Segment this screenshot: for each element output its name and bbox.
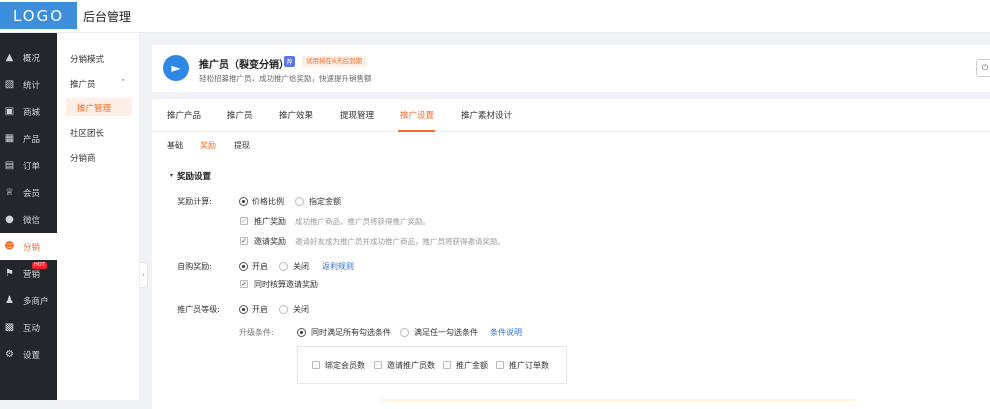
sidebar-item-stats[interactable]: ▧ 统计 [0, 71, 57, 98]
grid-icon: ▦ [4, 133, 15, 144]
radio-upgrade-all-label: 同时满足所有勾选条件 [311, 328, 391, 337]
sidebar-item-distribution[interactable]: ☻ 分销 [0, 233, 57, 260]
order-icon: ▤ [4, 160, 15, 171]
checkbox-invite-reward[interactable]: ✓ [240, 237, 248, 245]
submenu-item-distributor[interactable]: 分销商 [70, 152, 96, 164]
conditions-box: 绑定会员数 邀请推广员数 推广金额 推广订单数 [297, 346, 567, 384]
apps-icon: ▩ [4, 322, 15, 333]
radio-upgrade-all[interactable] [297, 328, 306, 337]
active-tab-underline [398, 130, 435, 132]
radio-level-off-label: 关闭 [293, 305, 309, 314]
gear-icon: ⚙ [5, 349, 14, 360]
power-icon: ⏻ [981, 63, 989, 72]
checkbox-promo-orders[interactable] [496, 361, 504, 369]
sidebar-item-interaction[interactable]: ▩ 互动 [0, 314, 57, 341]
cond-invited-promoters-label: 邀请推广员数 [387, 361, 435, 370]
cond-promo-amount-label: 推广金额 [456, 361, 488, 370]
level-label: 推广员等级: [177, 305, 220, 314]
sidebar-item-orders[interactable]: ▤ 订单 [0, 152, 57, 179]
self-reward-label: 自购奖励: [177, 262, 212, 271]
invite-reward-desc: 邀请好友成为推广员并成功推广商品，推广员将获得邀请奖励。 [295, 237, 505, 246]
cond-promo-orders-label: 推广订单数 [509, 361, 549, 370]
promo-reward-label: 推广奖励 [254, 217, 286, 226]
tab-promo-settings[interactable]: 推广设置 [400, 109, 434, 121]
upgrade-label: 升级条件: [239, 328, 274, 337]
trial-tag: 试用将在6天后到期 [302, 56, 367, 67]
radio-upgrade-any-label: 满足任一勾选条件 [414, 328, 478, 337]
sidebar-item-wechat[interactable]: ● 微信 [0, 206, 57, 233]
radio-price-ratio[interactable] [239, 197, 248, 206]
radio-fixed-amount-label: 指定金额 [309, 197, 341, 206]
chevron-left-icon: ‹ [142, 271, 145, 279]
recommend-badge: 荐 [284, 56, 295, 67]
subtab-withdraw[interactable]: 提现 [234, 140, 250, 151]
radio-level-off[interactable] [279, 305, 288, 314]
notice-bar [382, 399, 857, 401]
submenu-item-mode[interactable]: 分销模式 [70, 53, 104, 65]
radio-self-on-label: 开启 [252, 262, 268, 271]
submenu-item-community[interactable]: 社区团长 [70, 127, 104, 139]
hot-badge: HOT [32, 262, 47, 269]
caret-down-icon: ▾ [170, 172, 174, 179]
submenu-item-promoter[interactable]: 推广员 [70, 78, 96, 90]
checkbox-invited-promoters[interactable] [374, 361, 382, 369]
submenu-item-promo-manage[interactable]: 推广管理 [77, 102, 111, 114]
subtab-reward[interactable]: 奖励 [200, 140, 216, 151]
radio-self-on[interactable] [239, 262, 248, 271]
crown-icon: ♕ [5, 187, 14, 198]
sidebar-item-settings[interactable]: ⚙ 设置 [0, 341, 57, 368]
tab-promo-effect[interactable]: 推广效果 [279, 109, 313, 121]
graduation-icon: ▲ [5, 52, 14, 63]
promo-reward-desc: 成功推广商品，推广员将获得推广奖励。 [295, 217, 430, 226]
radio-price-ratio-label: 价格比例 [252, 197, 284, 206]
checkbox-bound-members[interactable] [312, 361, 320, 369]
power-button[interactable]: ⏻ [976, 59, 990, 77]
user-share-icon: ☻ [4, 241, 15, 252]
secondary-menu: 分销模式 推广员 ⌃ 推广管理 社区团长 分销商 [57, 33, 140, 400]
store-icon: ▣ [4, 106, 15, 117]
top-bar: LOGO 后台管理 [0, 0, 990, 33]
sidebar-item-mall[interactable]: ▣ 商城 [0, 98, 57, 125]
sidebar-item-multi-merchant[interactable]: ♟ 多商户 [0, 287, 57, 314]
tab-promo-products[interactable]: 推广产品 [167, 109, 201, 121]
chart-icon: ▧ [4, 79, 15, 90]
radio-self-off[interactable] [279, 262, 288, 271]
subtab-basic[interactable]: 基础 [167, 140, 183, 151]
tab-promoters[interactable]: 推广员 [227, 109, 253, 121]
sidebar-item-members[interactable]: ♕ 会员 [0, 179, 57, 206]
invite-reward-label: 邀请奖励 [254, 237, 286, 246]
rebate-rules-link[interactable]: 返利规则 [322, 261, 354, 272]
megaphone-icon: ► [163, 55, 189, 81]
condition-help-link[interactable]: 条件说明 [490, 327, 522, 338]
flag-icon: ⚑ [5, 268, 14, 279]
also-calc-invite-label: 同时核算邀请奖励 [254, 280, 318, 289]
radio-fixed-amount[interactable] [295, 197, 304, 206]
sidebar-item-products[interactable]: ▦ 产品 [0, 125, 57, 152]
radio-self-off-label: 关闭 [293, 262, 309, 271]
app-header-card: ► 推广员（裂变分销） 荐 试用将在6天后到期 轻松招募推广员，成功推广给奖励，… [152, 45, 990, 92]
settings-card: 推广产品 推广员 推广效果 提现管理 推广设置 推广素材设计 基础 奖励 提现 … [152, 99, 990, 409]
app-title: 推广员（裂变分销） [199, 60, 289, 71]
sidebar-item-overview[interactable]: ▲ 概况 [0, 44, 57, 71]
system-title: 后台管理 [83, 10, 132, 24]
checkbox-promo-amount[interactable] [443, 361, 451, 369]
main-sidebar: ▲ 概况 ▧ 统计 ▣ 商城 ▦ 产品 ▤ 订单 ♕ 会员 ● 微信 ☻ 分销 ⚑ 营销 HOT ♟… [0, 33, 57, 400]
tab-promo-material[interactable]: 推广素材设计 [461, 109, 512, 121]
radio-level-on-label: 开启 [252, 305, 268, 314]
reward-calc-label: 奖励计算: [177, 197, 212, 206]
tab-bar: 推广产品 推广员 推广效果 提现管理 推广设置 推广素材设计 [152, 99, 990, 132]
wechat-icon: ● [5, 214, 14, 225]
radio-level-on[interactable] [239, 305, 248, 314]
logo: LOGO [0, 2, 77, 29]
users-icon: ♟ [5, 295, 14, 306]
app-description: 轻松招募推广员，成功推广给奖励，快速提升销售额 [199, 74, 372, 83]
sidebar-item-marketing[interactable]: ⚑ 营销 HOT [0, 260, 57, 287]
chevron-up-icon[interactable]: ⌃ [120, 78, 126, 86]
radio-upgrade-any[interactable] [400, 328, 409, 337]
section-title: 奖励设置 [177, 172, 212, 182]
checkbox-also-calc-invite[interactable]: ✓ [240, 280, 248, 288]
checkbox-promo-reward[interactable]: ✓ [240, 217, 248, 225]
tab-withdraw-manage[interactable]: 提现管理 [340, 109, 374, 121]
cond-bound-members-label: 绑定会员数 [325, 361, 365, 370]
